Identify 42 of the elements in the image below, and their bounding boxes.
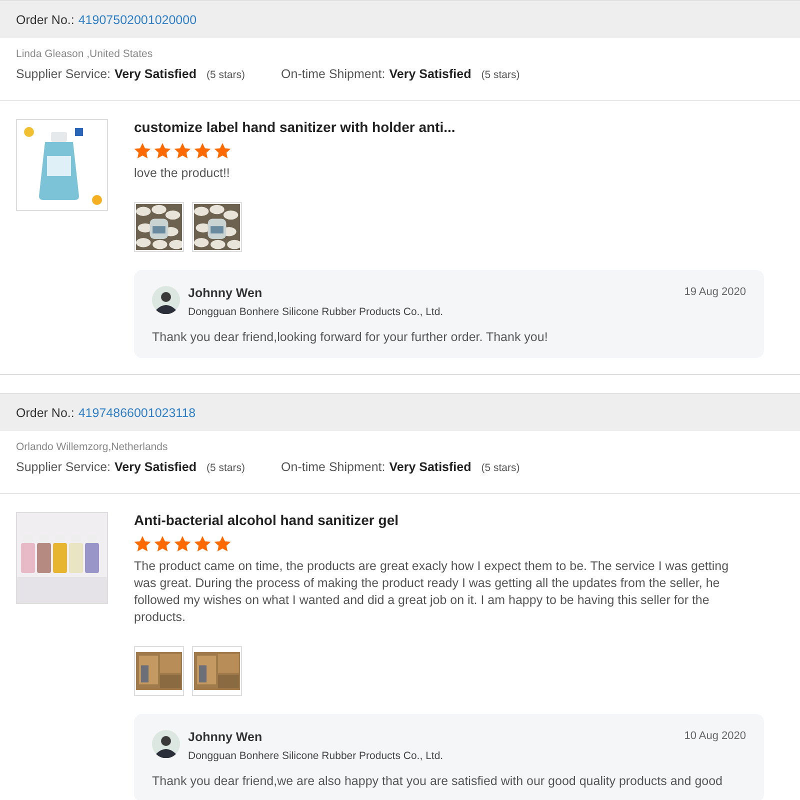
company-name: Dongguan Bonhere Silicone Rubber Products Co., Ltd. (188, 750, 444, 762)
order-number-link[interactable]: 41974866001023118 (78, 406, 196, 420)
review-comment: The product came on time, the products are great exacly how I expect them to be. The service I was getting was great. During the process of making the product ready I was getting all the updates from the seller, he followed my wishes on what I wanted and did a great job on it. I am happy to be having this seller for the products. (134, 558, 730, 626)
rating-label: Supplier Service: (16, 67, 110, 81)
order-label: Order No.: (16, 406, 74, 420)
rating-value: Very Satisfied (114, 460, 196, 474)
buyer-name: Orlando Willemzorg,Netherlands (16, 441, 169, 453)
replier-name: Johnny Wen (188, 730, 264, 744)
star-icon (214, 536, 231, 552)
company-name: Dongguan Bonhere Silicone Rubber Products Co., Ltd. (188, 306, 444, 318)
product-title[interactable]: Anti-bacterial alcohol hand sanitizer gel (134, 512, 764, 528)
review-comment: love the product!! (134, 165, 231, 182)
reply-text: Thank you dear friend,looking forward for your further order. Thank you! (152, 330, 549, 344)
product-title[interactable]: customize label hand sanitizer with holder anti... (134, 119, 764, 135)
rating-note: (5 stars) (206, 462, 246, 474)
order-label: Order No.: (16, 12, 74, 26)
rating-label: On-time Shipment: (281, 460, 386, 474)
reply-date: 10 Aug 2020 (684, 730, 746, 742)
rating-note: (5 stars) (481, 69, 520, 81)
rating-value: Very Satisfied (389, 67, 472, 81)
rating-label: Supplier Service: (16, 460, 110, 474)
rating-value: Very Satisfied (114, 67, 196, 81)
order-number-link[interactable]: 41907502001020000 (78, 12, 197, 26)
star-icon (194, 143, 211, 159)
buyer-name: Linda Gleason ,United States (16, 48, 154, 60)
star-icon (194, 536, 211, 552)
avatar-icon (152, 730, 180, 758)
replier-name: Johnny Wen (188, 286, 264, 300)
rating-note: (5 stars) (481, 462, 520, 474)
star-icon (134, 536, 151, 552)
rating-label: On-time Shipment: (281, 67, 386, 81)
star-icon (134, 143, 151, 159)
star-icon (154, 536, 171, 552)
star-icon (154, 143, 171, 159)
reply-text: Thank you dear friend,we are also happy that you are satisfied with our good quality products and good (152, 774, 724, 788)
rating-note: (5 stars) (206, 69, 246, 81)
reply-date: 19 Aug 2020 (684, 286, 746, 298)
star-icon (174, 143, 191, 159)
rating-value: Very Satisfied (389, 460, 472, 474)
star-icon (214, 143, 231, 159)
avatar-icon (152, 286, 180, 314)
star-icon (174, 536, 191, 552)
